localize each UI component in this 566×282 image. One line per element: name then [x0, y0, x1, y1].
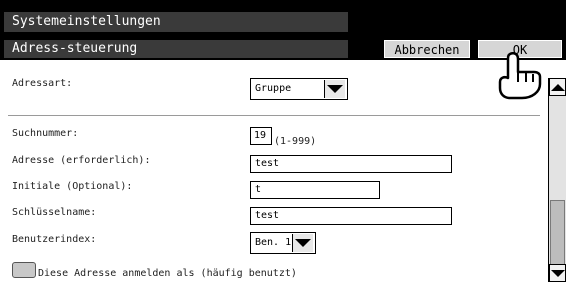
title-plate: Systemeinstellungen — [4, 12, 348, 32]
triangle-down-icon — [292, 234, 313, 252]
user-index-label: Benutzerindex: — [12, 234, 97, 245]
hand-pointer-icon — [498, 52, 542, 100]
initial-label: Initiale (Optional): — [12, 181, 133, 192]
triangle-down-icon — [550, 270, 565, 277]
address-label: Adresse (erforderlich): — [12, 155, 151, 166]
register-frequent-label: Diese Adresse anmelden als (häufig benut… — [38, 268, 297, 279]
address-field[interactable]: test — [250, 155, 452, 173]
initial-field[interactable]: t — [250, 181, 380, 199]
user-index-value: Ben. 1 — [255, 237, 292, 248]
vertical-scrollbar[interactable] — [548, 78, 566, 282]
triangle-down-icon — [324, 80, 345, 98]
search-number-range: (1-999) — [274, 136, 317, 147]
address-type-select[interactable]: Gruppe — [250, 78, 348, 100]
section-divider — [8, 115, 540, 116]
window-title: Systemeinstellungen — [12, 14, 161, 29]
section-title: Adress-steuerung — [12, 41, 138, 56]
search-number-label: Suchnummer: — [12, 128, 79, 139]
key-name-field[interactable]: test — [250, 207, 452, 225]
search-number-field[interactable]: 19 — [250, 127, 272, 145]
subtitle-plate: Adress-steuerung — [4, 40, 348, 58]
cancel-button[interactable]: Abbrechen — [384, 40, 470, 58]
address-type-value: Gruppe — [255, 83, 292, 94]
address-type-label: Adressart: — [12, 78, 73, 89]
scroll-thumb[interactable] — [550, 200, 565, 266]
register-frequent-checkbox[interactable] — [12, 262, 36, 278]
key-name-label: Schlüsselname: — [12, 207, 97, 218]
user-index-select[interactable]: Ben. 1 — [250, 232, 316, 254]
scroll-down-button[interactable] — [549, 264, 566, 282]
